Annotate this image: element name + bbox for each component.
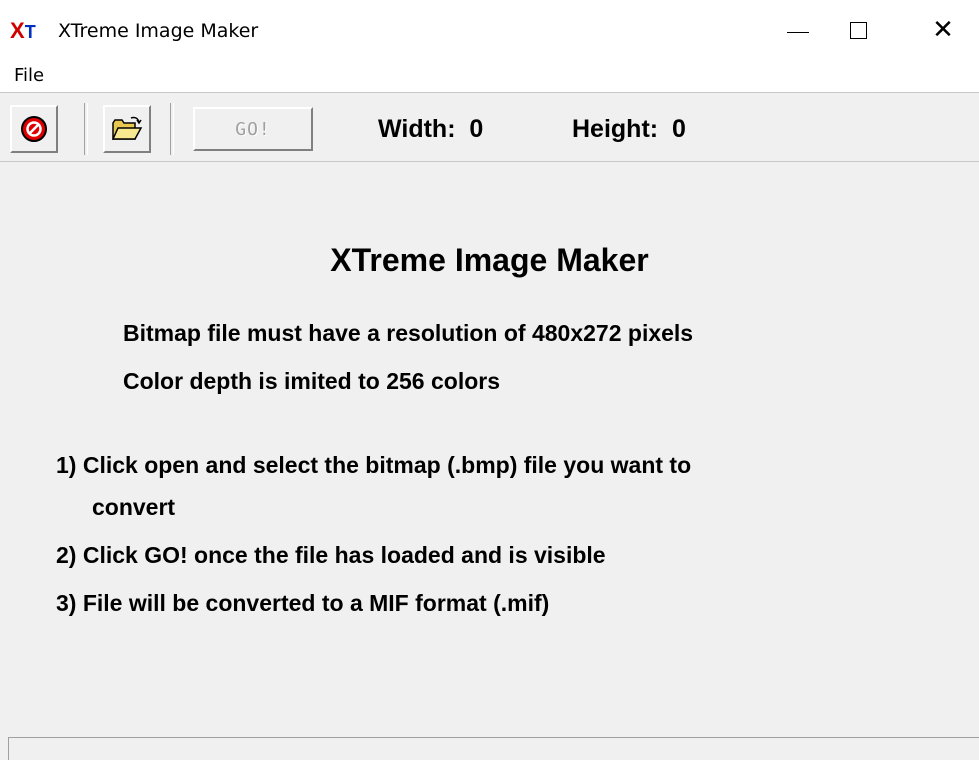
requirement-resolution: Bitmap file must have a resolution of 48… (123, 320, 694, 346)
menu-file[interactable]: File (10, 64, 48, 88)
toolbar-separator (170, 103, 174, 155)
toolbar: GO! Width: 0 Height: 0 (0, 92, 979, 162)
go-button[interactable]: GO! (193, 107, 313, 151)
open-folder-icon (111, 116, 143, 140)
step-2: 2) Click GO! once the file has loaded an… (56, 542, 606, 568)
width-readout: Width: 0 (378, 115, 484, 143)
maximize-button[interactable] (812, 0, 904, 60)
step-1: 1) Click open and select the bitmap (.bm… (56, 452, 692, 478)
close-icon: ✕ (932, 15, 954, 45)
toolbar-separator (84, 103, 88, 155)
window-title: XTreme Image Maker (58, 20, 259, 42)
status-bar (8, 737, 979, 760)
requirement-color-depth: Color depth is imited to 256 colors (123, 368, 501, 394)
step-1-continued: convert (92, 494, 176, 520)
menu-bar: File (0, 60, 979, 92)
title-bar[interactable]: XT XTreme Image Maker ✕ (0, 0, 979, 60)
height-readout: Height: 0 (572, 115, 686, 143)
stop-button[interactable] (10, 105, 58, 153)
maximize-icon (849, 21, 867, 39)
open-button[interactable] (103, 105, 151, 153)
main-title: XTreme Image Maker (330, 242, 649, 278)
stop-icon (21, 116, 47, 142)
main-content: XTreme Image Maker Bitmap file must have… (0, 162, 979, 737)
minimize-icon (787, 31, 809, 33)
step-3: 3) File will be converted to a MIF forma… (56, 590, 550, 616)
close-button[interactable]: ✕ (897, 0, 979, 60)
app-window: XT XTreme Image Maker ✕ File GO! Width: … (0, 0, 979, 760)
app-icon: XT (10, 18, 36, 43)
